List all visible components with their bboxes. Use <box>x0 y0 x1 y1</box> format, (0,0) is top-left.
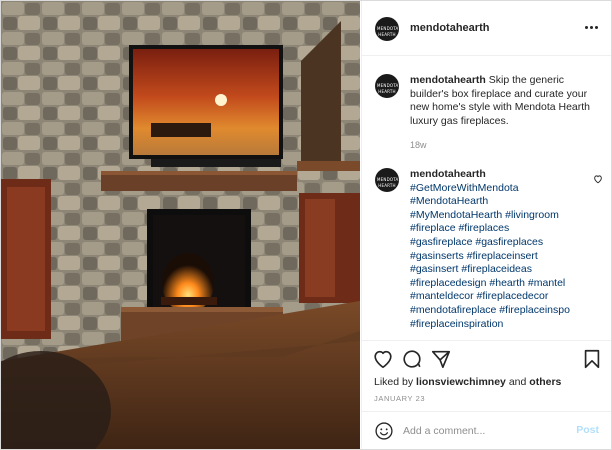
heart-icon[interactable] <box>372 348 394 370</box>
hashtag-comment: mendotahearth #GetMoreWithMendota #Mendo… <box>410 168 604 331</box>
profile-avatar[interactable]: MENDOTA HEARTH <box>375 17 399 41</box>
likes-others-link[interactable]: others <box>529 376 561 388</box>
likes-summary: Liked by lionsviewchimney and others <box>374 376 561 388</box>
more-options-icon-dot <box>594 25 598 29</box>
hashtag-line[interactable]: #MyMendotaHearth #livingroom <box>410 209 604 223</box>
more-options-icon-dot <box>589 25 593 29</box>
post-header: MENDOTA HEARTH mendotahearth <box>362 1 611 56</box>
share-icon[interactable] <box>430 348 452 370</box>
avatar-logo-text: MENDOTA HEARTH <box>377 177 399 188</box>
likes-prefix: Liked by <box>374 376 414 388</box>
more-options-icon <box>584 25 588 29</box>
hashtag-line[interactable]: #fireplacedesign #hearth #mantel <box>410 277 604 291</box>
avatar-logo-text: MENDOTA HEARTH <box>377 83 399 94</box>
caption-timestamp[interactable]: 18w <box>410 140 427 150</box>
comment-icon[interactable] <box>401 348 423 370</box>
hashtag-line[interactable]: #gasfireplace #gasfireplaces <box>410 236 604 250</box>
hashtag-line[interactable]: #manteldecor #fireplacedecor <box>410 290 604 304</box>
comment-username[interactable]: mendotahearth <box>410 168 486 180</box>
header-username[interactable]: mendotahearth <box>410 22 489 34</box>
emoji-smile-icon[interactable] <box>374 421 394 441</box>
more-options-button[interactable] <box>581 17 601 37</box>
post-photo[interactable] <box>1 1 360 449</box>
caption-text: mendotahearth Skip the generic builder's… <box>410 74 604 128</box>
hashtag-line[interactable]: #gasinserts #fireplaceinsert <box>410 250 604 264</box>
instagram-post-window: MENDOTA HEARTH mendotahearth MENDOTA HEA… <box>0 0 612 450</box>
hashtag-line[interactable]: #fireplaceinspiration <box>410 318 604 332</box>
hashtag-line[interactable]: #GetMoreWithMendota <box>410 182 604 196</box>
comments-list: MENDOTA HEARTH mendotahearth Skip the ge… <box>362 57 611 340</box>
bookmark-icon[interactable] <box>581 348 603 370</box>
caption-username[interactable]: mendotahearth <box>410 74 486 86</box>
likes-connector: and <box>508 376 527 388</box>
likes-user-link[interactable]: lionsviewchimney <box>416 376 506 388</box>
comment-input[interactable] <box>403 422 563 440</box>
comment-like-heart-icon[interactable] <box>593 174 603 184</box>
avatar-logo-text: MENDOTA HEARTH <box>377 26 399 37</box>
hashtag-line[interactable]: #MendotaHearth <box>410 195 604 209</box>
post-date[interactable]: JANUARY 23 <box>374 394 425 403</box>
post-comment-button[interactable]: Post <box>576 424 599 436</box>
add-comment-bar: Post <box>362 411 611 449</box>
post-details-panel: MENDOTA HEARTH mendotahearth MENDOTA HEA… <box>361 1 611 449</box>
comment-avatar[interactable]: MENDOTA HEARTH <box>375 168 399 192</box>
fireplace-room-image <box>1 1 360 449</box>
hashtag-line[interactable]: #fireplace #fireplaces <box>410 222 604 236</box>
hashtag-line[interactable]: #mendotafireplace #fireplaceinspo <box>410 304 604 318</box>
post-actions: Liked by lionsviewchimney and others JAN… <box>362 340 611 415</box>
hashtag-line[interactable]: #gasinsert #fireplaceideas <box>410 263 604 277</box>
caption-avatar[interactable]: MENDOTA HEARTH <box>375 74 399 98</box>
